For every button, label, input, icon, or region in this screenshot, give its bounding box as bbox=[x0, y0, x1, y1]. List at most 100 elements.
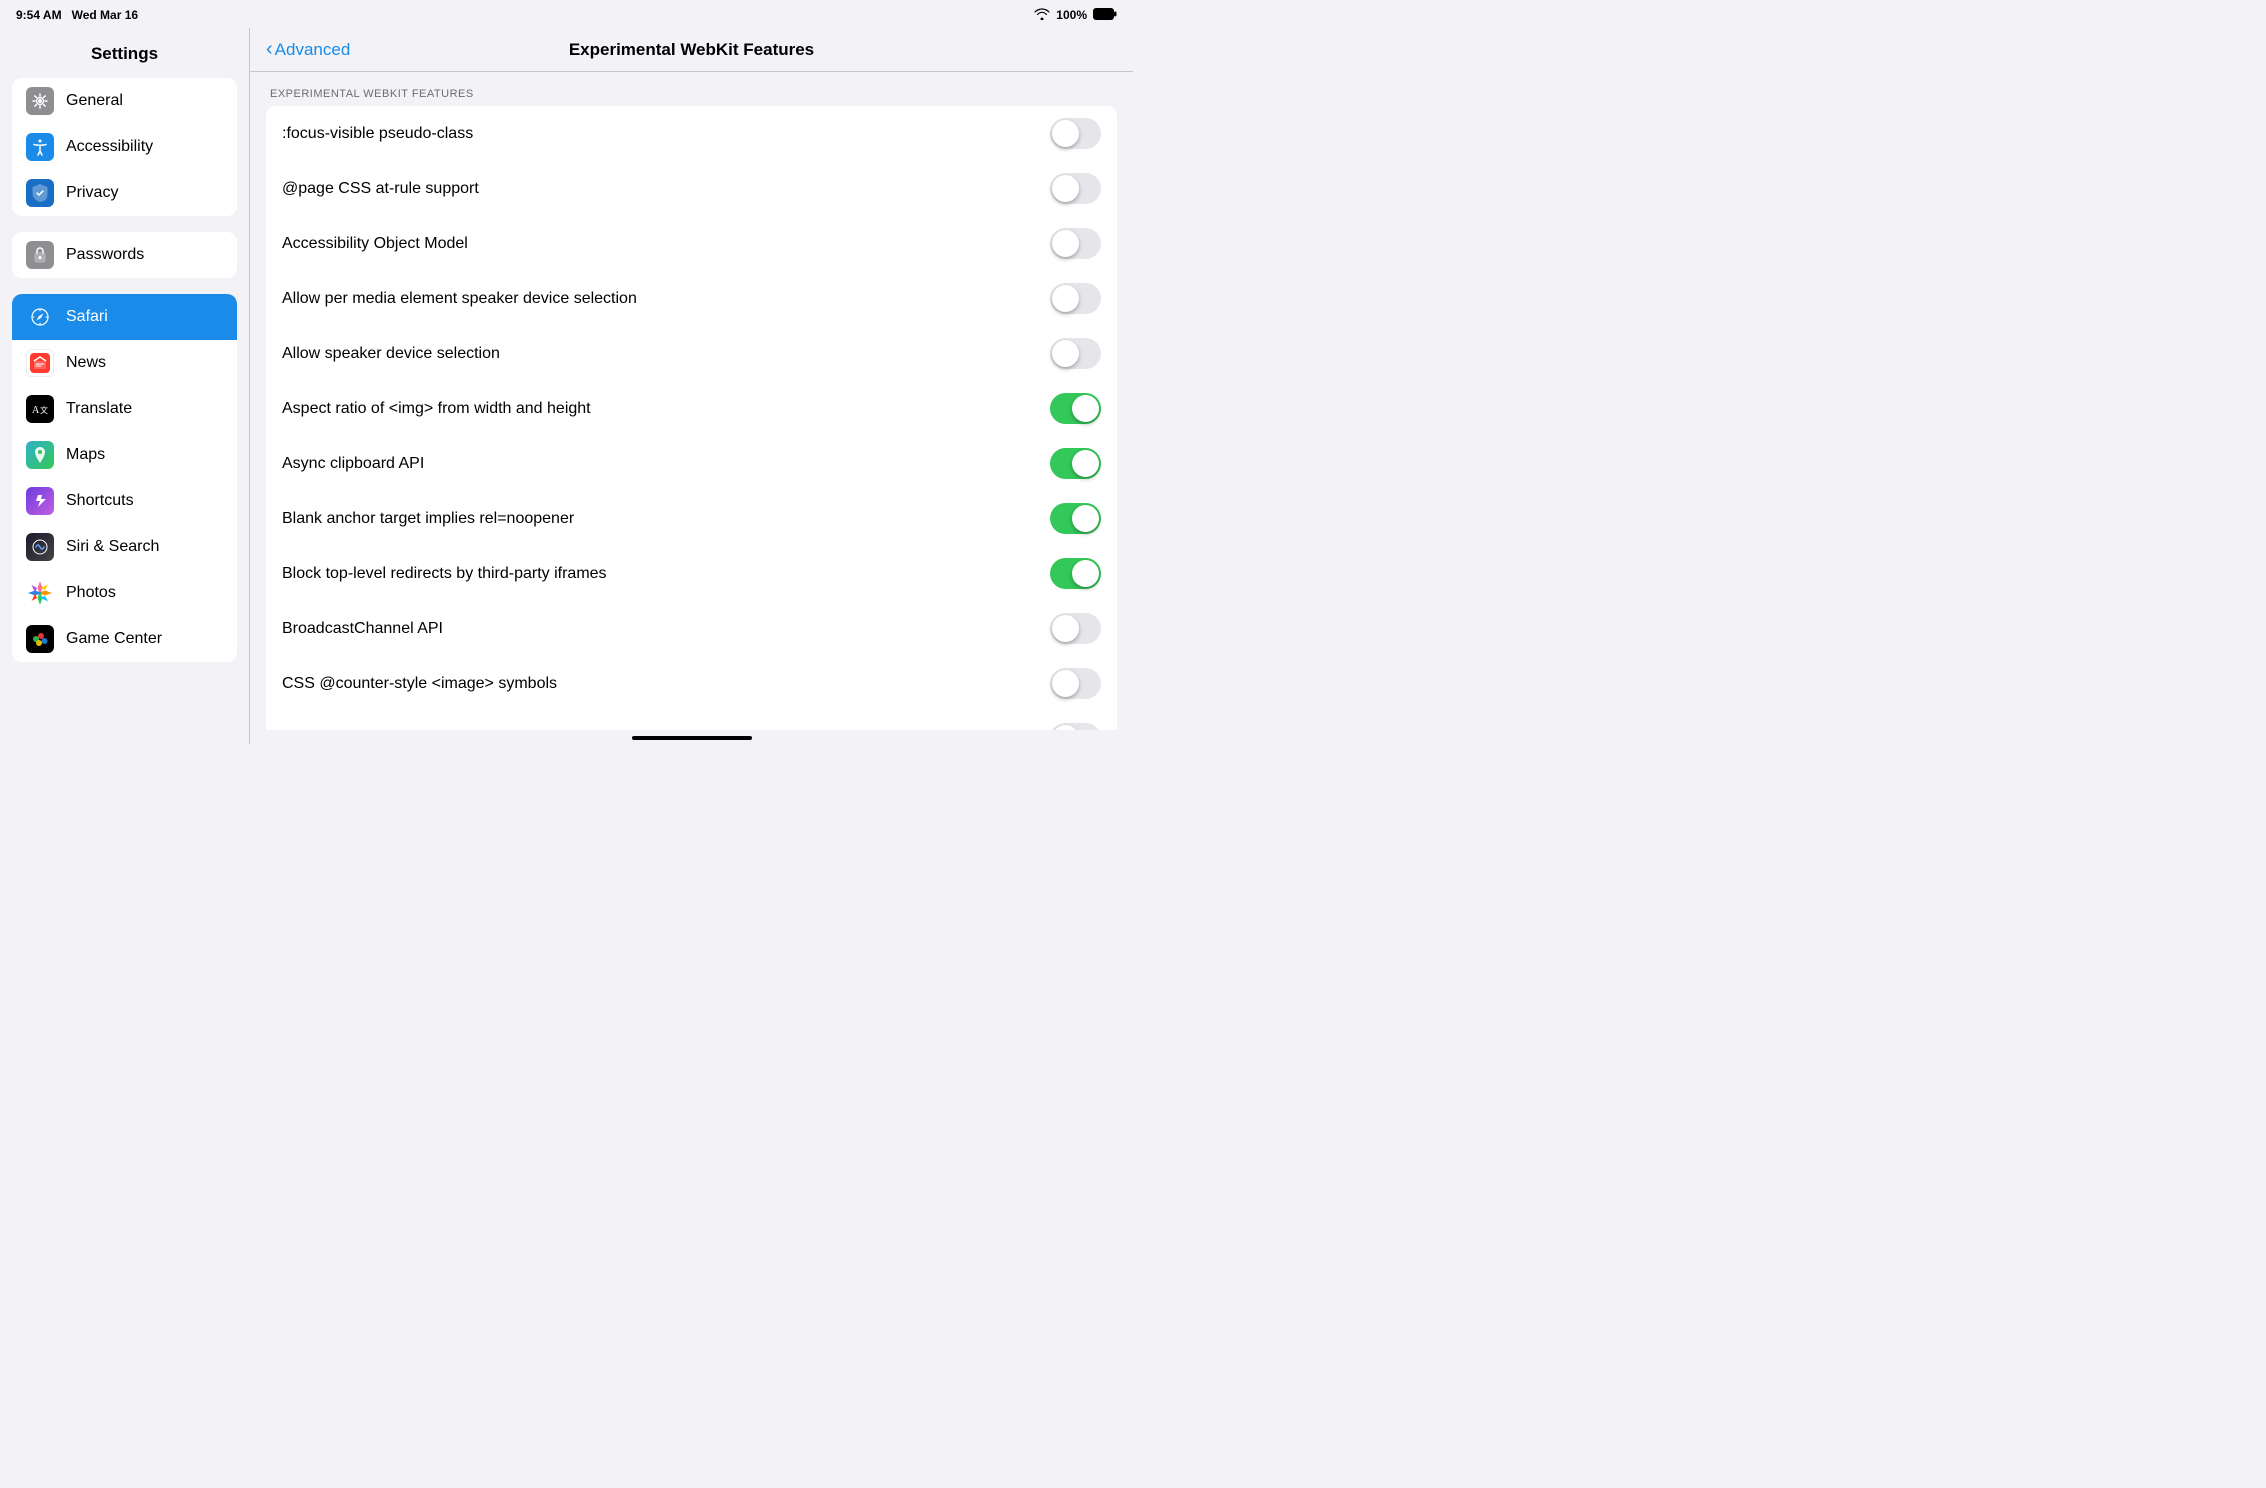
content-title-wrapper: Experimental WebKit Features bbox=[250, 40, 1133, 60]
feature-label: BroadcastChannel API bbox=[282, 620, 1050, 638]
toggle-knob bbox=[1072, 505, 1099, 532]
sidebar-item-photos[interactable]: Photos bbox=[12, 570, 237, 616]
sidebar-item-siri[interactable]: Siri & Search bbox=[12, 524, 237, 570]
feature-label: @page CSS at-rule support bbox=[282, 180, 1050, 198]
feature-label: CSS @counter-style bbox=[282, 730, 1050, 731]
feature-row: BroadcastChannel API bbox=[266, 601, 1117, 656]
content-header: ‹ Advanced Experimental WebKit Features bbox=[250, 28, 1133, 72]
feature-row: Blank anchor target implies rel=noopener bbox=[266, 491, 1117, 546]
gamecenter-label: Game Center bbox=[66, 630, 162, 648]
back-chevron-icon: ‹ bbox=[266, 38, 273, 61]
date: Wed Mar 16 bbox=[72, 8, 138, 22]
back-button[interactable]: ‹ Advanced bbox=[266, 38, 350, 61]
sidebar-item-general[interactable]: General bbox=[12, 78, 237, 124]
feature-label: Async clipboard API bbox=[282, 455, 1050, 473]
feature-row: :focus-visible pseudo-class bbox=[266, 106, 1117, 161]
feature-row: Aspect ratio of <img> from width and hei… bbox=[266, 381, 1117, 436]
accessibility-icon bbox=[26, 133, 54, 161]
gamecenter-icon bbox=[26, 625, 54, 653]
accessibility-label: Accessibility bbox=[66, 138, 153, 156]
content-panel: ‹ Advanced Experimental WebKit Features … bbox=[250, 28, 1133, 744]
toggle-knob bbox=[1072, 450, 1099, 477]
feature-toggle[interactable] bbox=[1050, 503, 1101, 534]
feature-label: :focus-visible pseudo-class bbox=[282, 125, 1050, 143]
safari-label: Safari bbox=[66, 308, 108, 326]
feature-toggle[interactable] bbox=[1050, 448, 1101, 479]
settings-group-3: Safari News A bbox=[12, 294, 237, 662]
home-indicator bbox=[632, 736, 752, 740]
toggle-knob bbox=[1052, 120, 1079, 147]
feature-row: Allow speaker device selection bbox=[266, 326, 1117, 381]
content-title: Experimental WebKit Features bbox=[569, 40, 814, 60]
sidebar-item-passwords[interactable]: Passwords bbox=[12, 232, 237, 278]
feature-label: CSS @counter-style <image> symbols bbox=[282, 675, 1050, 693]
features-list: :focus-visible pseudo-class @page CSS at-… bbox=[266, 106, 1117, 730]
feature-label: Accessibility Object Model bbox=[282, 235, 1050, 253]
settings-group-2: Passwords bbox=[12, 232, 237, 278]
svg-text:A: A bbox=[32, 405, 40, 416]
settings-group-1: General Accessibility bbox=[12, 78, 237, 216]
toggle-knob bbox=[1072, 560, 1099, 587]
translate-icon: A 文 bbox=[26, 395, 54, 423]
feature-toggle[interactable] bbox=[1050, 228, 1101, 259]
toggle-knob bbox=[1072, 395, 1099, 422]
passwords-label: Passwords bbox=[66, 246, 144, 264]
status-bar: 9:54 AM Wed Mar 16 100% bbox=[0, 0, 1133, 28]
feature-toggle[interactable] bbox=[1050, 558, 1101, 589]
feature-row: Allow per media element speaker device s… bbox=[266, 271, 1117, 326]
feature-row: Accessibility Object Model bbox=[266, 216, 1117, 271]
feature-toggle[interactable] bbox=[1050, 338, 1101, 369]
privacy-label: Privacy bbox=[66, 184, 118, 202]
toggle-knob bbox=[1052, 615, 1079, 642]
feature-row: CSS @counter-style <image> symbols bbox=[266, 656, 1117, 711]
sidebar-item-translate[interactable]: A 文 Translate bbox=[12, 386, 237, 432]
status-bar-left: 9:54 AM Wed Mar 16 bbox=[16, 8, 138, 22]
feature-label: Blank anchor target implies rel=noopener bbox=[282, 510, 1050, 528]
sidebar-item-news[interactable]: News bbox=[12, 340, 237, 386]
toggle-knob bbox=[1052, 175, 1079, 202]
feature-row: Async clipboard API bbox=[266, 436, 1117, 491]
maps-icon bbox=[26, 441, 54, 469]
shortcuts-label: Shortcuts bbox=[66, 492, 134, 510]
main-layout: Settings General bbox=[0, 28, 1133, 744]
back-label: Advanced bbox=[275, 40, 351, 60]
safari-icon bbox=[26, 303, 54, 331]
sidebar-item-gamecenter[interactable]: Game Center bbox=[12, 616, 237, 662]
sidebar-title: Settings bbox=[0, 38, 249, 78]
maps-label: Maps bbox=[66, 446, 105, 464]
sidebar-item-shortcuts[interactable]: Shortcuts bbox=[12, 478, 237, 524]
photos-label: Photos bbox=[66, 584, 116, 602]
feature-label: Allow per media element speaker device s… bbox=[282, 290, 1050, 308]
feature-toggle[interactable] bbox=[1050, 173, 1101, 204]
general-icon bbox=[26, 87, 54, 115]
sidebar-item-accessibility[interactable]: Accessibility bbox=[12, 124, 237, 170]
feature-toggle[interactable] bbox=[1050, 283, 1101, 314]
general-label: General bbox=[66, 92, 123, 110]
feature-toggle[interactable] bbox=[1050, 393, 1101, 424]
privacy-icon bbox=[26, 179, 54, 207]
content-body: EXPERIMENTAL WEBKIT FEATURES :focus-visi… bbox=[250, 72, 1133, 730]
shortcuts-icon bbox=[26, 487, 54, 515]
feature-toggle[interactable] bbox=[1050, 118, 1101, 149]
news-icon bbox=[26, 349, 54, 377]
sidebar-item-privacy[interactable]: Privacy bbox=[12, 170, 237, 216]
feature-row: CSS @counter-style bbox=[266, 711, 1117, 730]
translate-label: Translate bbox=[66, 400, 132, 418]
feature-toggle[interactable] bbox=[1050, 723, 1101, 730]
wifi-icon bbox=[1034, 8, 1050, 23]
status-bar-right: 100% bbox=[1034, 8, 1117, 23]
feature-label: Aspect ratio of <img> from width and hei… bbox=[282, 400, 1050, 418]
sidebar-item-maps[interactable]: Maps bbox=[12, 432, 237, 478]
feature-row: Block top-level redirects by third-party… bbox=[266, 546, 1117, 601]
sidebar-item-safari[interactable]: Safari bbox=[12, 294, 237, 340]
section-header: EXPERIMENTAL WEBKIT FEATURES bbox=[266, 88, 1117, 106]
feature-toggle[interactable] bbox=[1050, 668, 1101, 699]
photos-icon bbox=[26, 579, 54, 607]
feature-toggle[interactable] bbox=[1050, 613, 1101, 644]
toggle-knob bbox=[1052, 725, 1079, 730]
toggle-knob bbox=[1052, 285, 1079, 312]
battery-percentage: 100% bbox=[1056, 8, 1087, 22]
news-label: News bbox=[66, 354, 106, 372]
siri-icon bbox=[26, 533, 54, 561]
toggle-knob bbox=[1052, 230, 1079, 257]
